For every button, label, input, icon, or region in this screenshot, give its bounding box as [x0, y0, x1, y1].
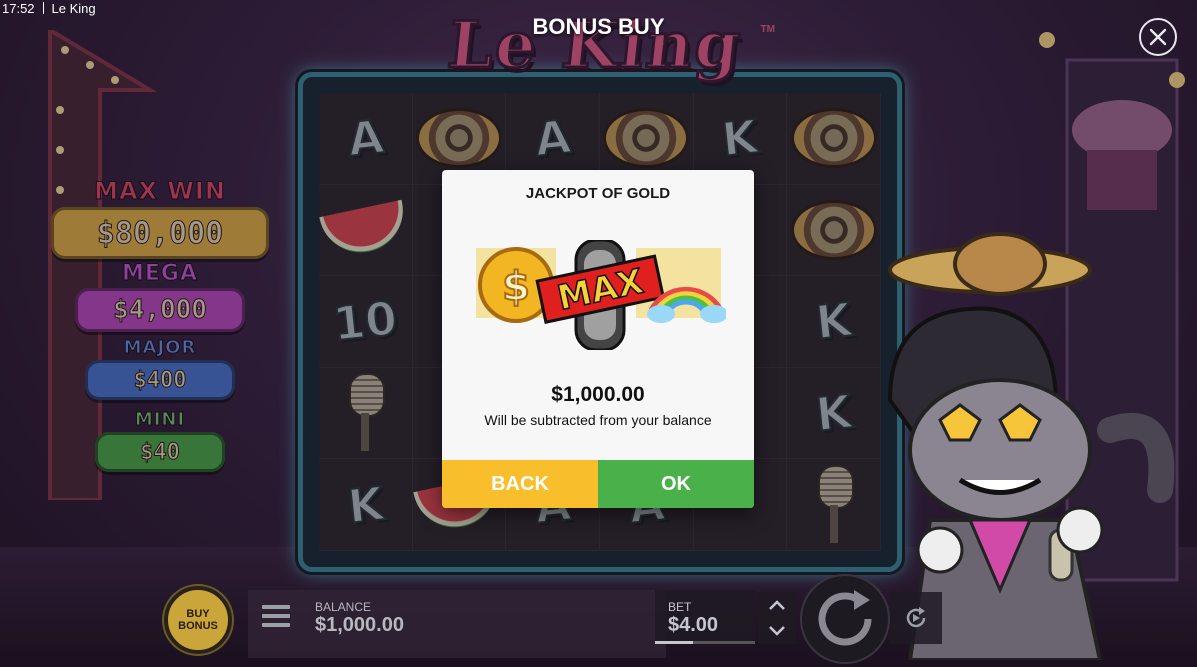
- close-icon: [1149, 28, 1167, 46]
- svg-text:$: $: [502, 264, 530, 310]
- jackpot-name: MAX WIN: [94, 177, 226, 206]
- status-separator: [42, 2, 44, 14]
- dialog-buttons: BACK OK: [442, 460, 754, 508]
- reel-cell: [787, 459, 881, 551]
- ok-button[interactable]: OK: [598, 460, 754, 508]
- jackpot-amount: $400: [85, 360, 235, 400]
- bet-increase-icon[interactable]: [767, 598, 787, 612]
- mic-symbol: [345, 373, 386, 453]
- spin-button[interactable]: [800, 574, 890, 664]
- letter-symbol: A: [344, 109, 387, 168]
- jackpot-major: MAJOR $400: [85, 337, 235, 400]
- hud-bar: [248, 590, 666, 658]
- jackpot-of-gold-art: $ MAX: [476, 240, 726, 350]
- bonus-buy-dialog: JACKPOT OF GOLD $ MAX $1,000.00 Will be …: [442, 170, 754, 508]
- jackpot-name: MAJOR: [123, 337, 197, 359]
- jackpot-mega: MEGA $4,000: [75, 261, 245, 332]
- roulette-symbol: [790, 108, 877, 169]
- reel-cell: [787, 93, 881, 185]
- roulette-symbol: [603, 108, 690, 169]
- jackpot-max-win: MAX WIN $80,000: [51, 177, 269, 259]
- art-max-text: MAX: [554, 262, 647, 319]
- bet-stepper: [758, 592, 796, 644]
- jackpot-board: MAX WIN $80,000 MEGA $4,000 MAJOR $400 M…: [40, 165, 280, 495]
- bet-level-bar: [655, 641, 755, 644]
- jackpot-amount: $80,000: [51, 207, 269, 259]
- mic-symbol: [814, 464, 854, 545]
- jackpot-amount: $4,000: [75, 288, 245, 332]
- reel-cell: [787, 184, 881, 277]
- reel-cell: [319, 184, 413, 277]
- balance-value: $1,000.00: [315, 614, 404, 636]
- spin-icon: [818, 590, 872, 646]
- reel-cell: K: [787, 276, 881, 368]
- bonus-price: $1,000.00: [551, 383, 645, 406]
- jackpot-name: MINI: [134, 409, 186, 431]
- melon-symbol: [319, 199, 411, 261]
- letter-symbol: K: [812, 292, 855, 351]
- close-button[interactable]: [1139, 18, 1177, 56]
- buy-bonus-button[interactable]: BUY BONUS: [164, 586, 232, 654]
- buy-bonus-label: BUY BONUS: [178, 608, 218, 632]
- reel-cell: A: [319, 93, 413, 185]
- reel-cell: [319, 367, 413, 460]
- roulette-symbol: [790, 199, 877, 260]
- bonus-price-note: Will be subtracted from your balance: [484, 412, 712, 428]
- buy-bonus-label-line-2: BONUS: [178, 620, 218, 632]
- menu-icon[interactable]: [262, 605, 290, 629]
- letter-symbol: 10: [330, 290, 401, 352]
- status-bar: 17:52 Le King: [0, 0, 96, 16]
- status-time: 17:52: [2, 0, 35, 16]
- buy-bonus-label-line-1: BUY: [186, 608, 210, 620]
- reel-cell: K: [787, 367, 881, 460]
- jackpot-mini: MINI $40: [95, 409, 225, 472]
- letter-symbol: A: [531, 109, 574, 168]
- bet-value: $4.00: [668, 614, 719, 636]
- autoplay-button[interactable]: [890, 592, 942, 644]
- bet-level-fill: [655, 641, 693, 644]
- letter-symbol: K: [812, 383, 855, 442]
- bet-label: BET: [668, 600, 692, 614]
- jackpot-name: MEGA: [121, 261, 198, 287]
- reel-cell: K: [319, 459, 413, 551]
- screen-title: BONUS BUY: [532, 14, 665, 39]
- status-app-name: Le King: [51, 0, 96, 16]
- back-button[interactable]: BACK: [442, 460, 598, 508]
- autoplay-icon: [906, 607, 926, 628]
- bet-decrease-icon[interactable]: [767, 624, 787, 638]
- roulette-symbol: [415, 108, 502, 169]
- reel-cell: 10: [319, 276, 413, 368]
- letter-symbol: K: [344, 475, 387, 534]
- balance-label: BALANCE: [315, 600, 372, 614]
- letter-symbol: K: [718, 109, 761, 168]
- dialog-title: JACKPOT OF GOLD: [525, 185, 671, 202]
- jackpot-amount: $40: [95, 432, 225, 472]
